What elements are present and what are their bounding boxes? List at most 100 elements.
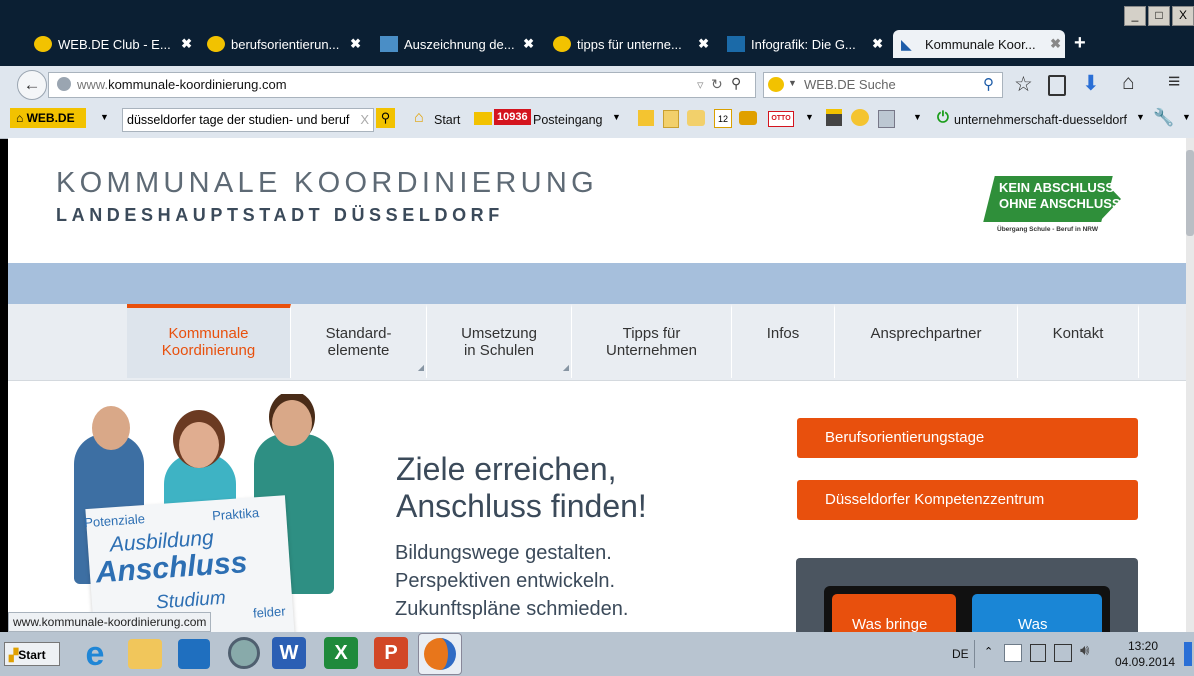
home-icon[interactable]: ⌂ (1122, 71, 1135, 95)
page-scrollbar[interactable] (1186, 138, 1194, 632)
otto-icon[interactable]: OTTO (768, 111, 794, 127)
tile-panel: Was bringe Was (796, 558, 1138, 632)
tray-expand-icon[interactable]: ⌃ (984, 645, 993, 658)
tab-close-icon[interactable]: ✖ (694, 36, 713, 52)
tab-close-icon[interactable]: ✖ (519, 36, 538, 52)
clock-time[interactable]: 13:20 (1128, 639, 1158, 653)
tab-close-icon[interactable]: ✖ (177, 36, 196, 52)
toolbar-search-icon[interactable]: ⚲ (376, 108, 395, 128)
sign-word-studium: Studium (155, 587, 227, 614)
maximize-button[interactable]: □ (1148, 6, 1170, 26)
explorer-folder-icon[interactable] (128, 639, 162, 669)
search-dropdown-icon[interactable]: ▼ (788, 78, 797, 88)
tab-kommunale-koordinierung[interactable]: ◣ Kommunale Koor... ✖ (893, 30, 1065, 58)
download-icon[interactable]: ⬇ (1082, 71, 1100, 96)
menu-item-infos[interactable]: Infos (732, 304, 835, 378)
dropdown-icon[interactable]: ▼ (612, 112, 621, 122)
network-icon[interactable] (1054, 644, 1072, 662)
mail-icon (474, 112, 492, 125)
tile-was[interactable]: Was (972, 594, 1102, 632)
tile-was-bringe[interactable]: Was bringe (832, 594, 956, 632)
dropdown-icon[interactable]: ▼ (913, 112, 922, 122)
outlook-icon[interactable] (178, 639, 210, 669)
show-desktop-button[interactable] (1184, 642, 1192, 666)
start-link[interactable]: Start (434, 113, 460, 127)
media-icon[interactable] (228, 637, 260, 669)
tab-berufsorientierung[interactable]: berufsorientierun... ✖ (207, 30, 365, 58)
cloud-folder-icon[interactable] (687, 110, 705, 126)
clear-icon[interactable]: X (357, 112, 369, 127)
webde-brand-button[interactable]: ⌂ WEB.DE (10, 108, 86, 128)
start-house-icon: ⌂ (414, 109, 424, 126)
kein-abschluss-badge[interactable]: KEIN ABSCHLUSS OHNE ANSCHLUSS Übergang S… (961, 168, 1139, 238)
reload-icon[interactable]: ↻ (711, 76, 723, 93)
minimize-button[interactable]: _ (1124, 6, 1146, 26)
windows-logo-icon: ▞ (9, 648, 19, 662)
tab-close-icon[interactable]: ✖ (1046, 36, 1065, 52)
bookmark-star-icon[interactable]: ☆ (1014, 72, 1033, 97)
dropdown-icon[interactable]: ▼ (1136, 112, 1145, 122)
language-indicator[interactable]: DE (952, 647, 969, 661)
dropdown-icon[interactable]: ▼ (100, 112, 109, 122)
close-window-button[interactable]: X (1172, 6, 1194, 26)
home-icon: ⌂ (16, 111, 27, 125)
excel-icon[interactable]: X (324, 637, 358, 669)
ie-icon[interactable]: e (76, 635, 114, 673)
tab-close-icon[interactable]: ✖ (868, 36, 887, 52)
bookmarks-list-icon[interactable] (1048, 75, 1066, 96)
weather-icon[interactable] (851, 109, 869, 126)
menu-icon[interactable]: ≡ (1168, 70, 1180, 94)
toolbar-search-input[interactable]: düsseldorfer tage der studien- und beruf… (122, 108, 374, 132)
webde-icon (207, 36, 225, 52)
menu-item-ansprechpartner[interactable]: Ansprechpartner (835, 304, 1018, 378)
notes-icon[interactable] (638, 110, 654, 126)
clock-date[interactable]: 04.09.2014 (1115, 655, 1175, 669)
camera-icon[interactable] (739, 111, 757, 125)
device-icon[interactable] (1030, 644, 1046, 662)
tab-title: Kommunale Koor... (925, 36, 1036, 52)
status-url: www.kommunale-koordinierung.com (8, 612, 212, 632)
menu-item-standardelemente[interactable]: Standard- elemente ◢ (291, 304, 427, 378)
wrench-icon[interactable]: 🔧 (1153, 108, 1174, 128)
url-prefix: www. (77, 77, 109, 92)
menu-item-umsetzung-in-schulen[interactable]: Umsetzung in Schulen ◢ (427, 304, 572, 378)
menu-item-kontakt[interactable]: Kontakt (1018, 304, 1139, 378)
site-subtitle[interactable]: LANDESHAUPTSTADT DÜSSELDORF (56, 205, 504, 226)
powerpoint-icon[interactable]: P (374, 637, 408, 669)
new-tab-button[interactable]: + (1074, 32, 1086, 55)
dropdown-icon[interactable]: ▼ (805, 112, 814, 122)
search-box[interactable]: ▼ WEB.DE Suche ⚲ (763, 72, 1003, 98)
dropdown-icon[interactable]: ▼ (1182, 112, 1191, 122)
search-go-icon[interactable]: ⚲ (983, 75, 994, 93)
start-label: Start (18, 648, 46, 662)
tab-webde-club[interactable]: WEB.DE Club - E... ✖ (34, 30, 196, 58)
back-button[interactable]: ← (17, 70, 47, 100)
calendar-icon[interactable]: 12 (714, 109, 732, 128)
url-bar[interactable]: www.kommunale-koordinierung.com ▿ ↻ ⚲ (48, 72, 756, 98)
notepad-icon[interactable] (663, 110, 679, 128)
unternehmerschaft-link[interactable]: unternehmerschaft-duesseldorf (954, 113, 1127, 127)
tab-auszeichnung[interactable]: Auszeichnung de... ✖ (380, 30, 538, 58)
kompetenzzentrum-button[interactable]: Düsseldorfer Kompetenzzentrum (797, 480, 1138, 520)
tab-infografik[interactable]: Infografik: Die G... ✖ (727, 30, 887, 58)
calculator-icon[interactable] (878, 110, 895, 128)
start-button[interactable]: ▞Start (4, 642, 60, 666)
volume-icon[interactable]: 🔊︎ (1080, 642, 1089, 659)
menu-item-kommunale-koordinierung[interactable]: Kommunale Koordinierung (127, 304, 291, 378)
tab-tipps[interactable]: tipps für unterne... ✖ (553, 30, 713, 58)
action-center-icon[interactable] (1004, 644, 1022, 662)
scroll-thumb[interactable] (1186, 150, 1194, 236)
shopping-icon[interactable] (826, 109, 842, 126)
word-icon[interactable]: W (272, 637, 306, 669)
dropdown-icon[interactable]: ▿ (697, 77, 704, 93)
menu-item-tipps-fuer-unternehmen[interactable]: Tipps für Unternehmen (572, 304, 732, 378)
tab-close-icon[interactable]: ✖ (346, 36, 365, 52)
mail-count-badge: 10936 (494, 109, 531, 125)
headline-line-2: Anschluss finden! (396, 488, 647, 524)
site-title[interactable]: KOMMUNALE KOORDINIERUNG (56, 167, 598, 200)
search-placeholder: WEB.DE Suche (804, 77, 896, 92)
firefox-icon[interactable] (418, 633, 462, 675)
berufsorientierungstage-button[interactable]: Berufsorientierungstage (797, 418, 1138, 458)
inbox-link[interactable]: Posteingang (533, 113, 603, 127)
magnifier-icon[interactable]: ⚲ (731, 75, 741, 92)
